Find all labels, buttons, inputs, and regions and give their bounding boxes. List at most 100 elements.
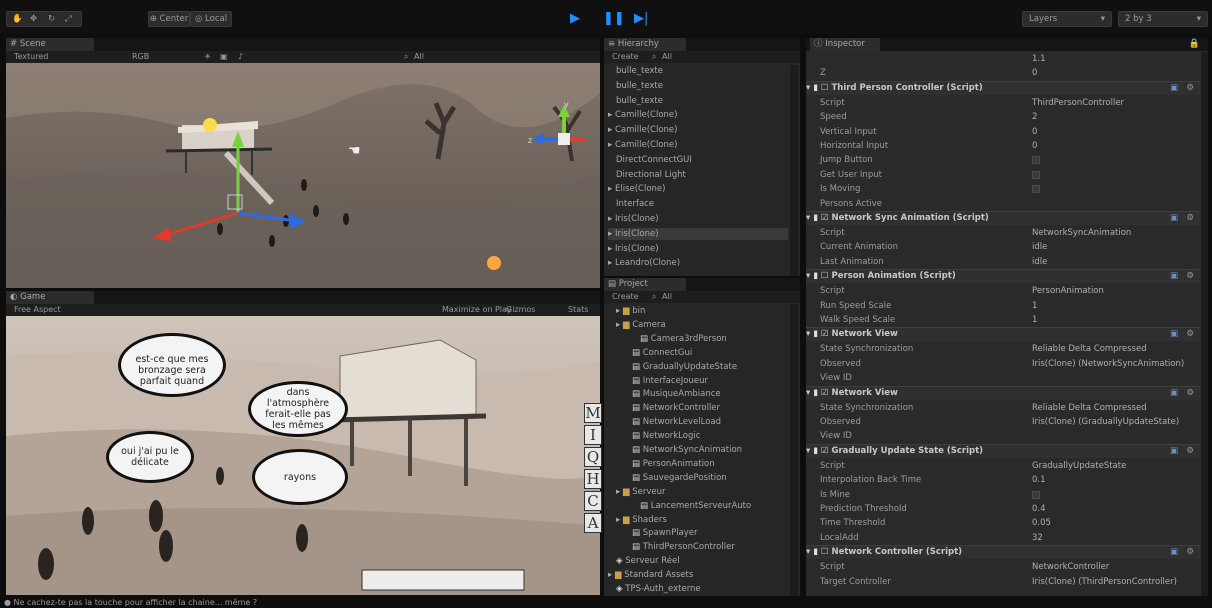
component-header[interactable]: ▾ ▮ ☑ Network View ⚙ ▣ [806, 385, 1200, 400]
hierarchy-item[interactable]: ▸ Leandro(Clone) [608, 257, 788, 270]
project-asset[interactable]: ▤ NetworkLogic [608, 429, 700, 443]
hierarchy-item[interactable]: Interface [608, 198, 788, 211]
pivot-toggle[interactable]: ⊕ Center [148, 11, 190, 27]
hierarchy-item[interactable]: bulle_texte [608, 65, 788, 78]
component-header[interactable]: ▾ ▮ ☑ Network Sync Animation (Script) ⚙ ▣ [806, 211, 1200, 225]
inspector-scrollbar[interactable] [1201, 52, 1208, 596]
project-asset[interactable]: ▤ NetworkLevelLoad [608, 415, 721, 429]
project-asset[interactable]: ◈ TPS-Auth_externe [608, 582, 701, 596]
hierarchy-item[interactable]: ▸ Camille(Clone) [608, 139, 788, 152]
tab-inspector[interactable]: ⓘ Inspector [810, 38, 880, 51]
property-value[interactable]: 0 [1032, 139, 1037, 153]
key-button-h[interactable]: H [584, 469, 602, 489]
gear-icon[interactable]: ⚙ [1186, 82, 1194, 95]
project-folder[interactable]: ▸ ▆ Standard Assets [608, 568, 693, 582]
gizmos-toggle[interactable]: Gizmos [506, 304, 535, 316]
hierarchy-create-button[interactable]: Create [612, 51, 639, 63]
hierarchy-item[interactable]: ▸ Camille(Clone) [608, 109, 788, 122]
project-folder[interactable]: ▸ ▆ Camera [608, 318, 666, 332]
property-value[interactable]: GraduallyUpdateState [1032, 459, 1126, 473]
property-checkbox[interactable] [1032, 170, 1040, 179]
property-value[interactable]: Iris(Clone) (ThirdPersonController) [1032, 575, 1177, 589]
property-value[interactable]: 2 [1032, 110, 1037, 124]
expand-arrow-icon[interactable]: ▸ [608, 214, 615, 224]
hierarchy-item[interactable]: ▸ Iris(Clone) [608, 243, 788, 256]
component-header[interactable]: ▾ ▮ ☐ Third Person Controller (Script) ⚙ ▣ [806, 80, 1200, 95]
gear-icon[interactable]: ⚙ [1186, 328, 1194, 341]
property-value[interactable]: 0.4 [1032, 502, 1046, 516]
hierarchy-search-input[interactable]: All [662, 51, 672, 63]
property-value[interactable]: PersonAnimation [1032, 284, 1104, 298]
property-value[interactable]: ThirdPersonController [1032, 96, 1124, 110]
component-header[interactable]: ▾ ▮ ☐ Network Controller (Script) ⚙ ▣ [806, 545, 1200, 560]
layout-dropdown[interactable]: 2 by 3 ▾ [1118, 11, 1208, 27]
component-enabled-checkbox[interactable]: ☑ [821, 388, 832, 398]
expand-arrow-icon[interactable]: ▸ [608, 125, 615, 135]
expand-arrow-icon[interactable]: ▸ [608, 258, 615, 268]
help-book-icon[interactable]: ▣ [1170, 270, 1178, 283]
tab-scene[interactable]: # Scene [6, 38, 94, 51]
property-value[interactable]: NetworkSyncAnimation [1032, 226, 1131, 240]
property-checkbox[interactable] [1032, 490, 1040, 499]
property-value[interactable]: Iris(Clone) (GraduallyUpdateState) [1032, 415, 1179, 429]
render-mode-dropdown[interactable]: Textured [14, 51, 48, 63]
project-scrollbar[interactable] [790, 304, 798, 596]
property-value[interactable]: 0 [1032, 66, 1037, 80]
expand-arrow-icon[interactable]: ▸ [608, 570, 615, 580]
property-value[interactable]: 0.05 [1032, 516, 1051, 530]
project-asset[interactable]: ▤ ConnectGui [608, 346, 692, 360]
project-create-button[interactable]: Create [612, 291, 639, 303]
project-folder[interactable]: ▸ ▆ Serveur [608, 485, 665, 499]
help-book-icon[interactable]: ▣ [1170, 387, 1178, 400]
help-book-icon[interactable]: ▣ [1170, 445, 1178, 458]
scene-search-input[interactable]: All [414, 51, 424, 63]
expand-arrow-icon[interactable]: ▸ [608, 229, 615, 239]
key-button-i[interactable]: I [584, 425, 602, 445]
chat-input-box[interactable] [361, 569, 525, 591]
scale-tool-icon[interactable]: ⤢ [65, 12, 72, 26]
hand-tool-icon[interactable]: ✋ [12, 12, 23, 26]
hierarchy-item[interactable]: ▸ Iris(Clone) [608, 213, 788, 226]
tab-game[interactable]: ◐ Game [6, 291, 94, 304]
help-book-icon[interactable]: ▣ [1170, 546, 1178, 559]
property-value[interactable]: Iris(Clone) (NetworkSyncAnimation) [1032, 357, 1184, 371]
property-value[interactable]: 0.1 [1032, 473, 1046, 487]
project-asset[interactable]: ▤ SpawnPlayer [608, 526, 698, 540]
status-message[interactable]: Ne cachez-te pas la touche pour afficher… [14, 598, 258, 607]
tab-project[interactable]: ▤ Project [604, 278, 686, 291]
expand-arrow-icon[interactable]: ▸ [608, 140, 615, 150]
project-asset[interactable]: ▤ GraduallyUpdateState [608, 360, 737, 374]
property-value[interactable]: 1 [1032, 299, 1037, 313]
expand-arrow-icon[interactable]: ▸ [616, 320, 623, 330]
gear-icon[interactable]: ⚙ [1186, 270, 1194, 283]
space-toggle[interactable]: ◎ Local [190, 11, 232, 27]
property-checkbox[interactable] [1032, 185, 1040, 194]
hierarchy-item[interactable]: bulle_texte [608, 80, 788, 93]
hierarchy-item[interactable]: bulle_texte [608, 95, 788, 108]
gear-icon[interactable]: ⚙ [1186, 445, 1194, 458]
project-folder[interactable]: ▸ ▆ Shaders [608, 513, 667, 527]
project-asset[interactable]: ◈ Serveur Réel [608, 554, 680, 568]
property-value[interactable]: idle [1032, 240, 1047, 254]
rotate-tool-icon[interactable]: ↻ [48, 12, 55, 26]
lock-icon[interactable]: 🔒 [1189, 39, 1200, 49]
component-header[interactable]: ▾ ▮ ☐ Person Animation (Script) ⚙ ▣ [806, 269, 1200, 284]
property-value[interactable]: 0 [1032, 125, 1037, 139]
play-button[interactable]: ▶ [570, 12, 580, 26]
project-asset[interactable]: ▤ MusiqueAmbiance [608, 387, 721, 401]
gear-icon[interactable]: ⚙ [1186, 212, 1194, 225]
project-asset[interactable]: ▤ PersonAnimation [608, 457, 715, 471]
expand-arrow-icon[interactable]: ▸ [608, 184, 615, 194]
project-asset[interactable]: ▤ InterfaceJoueur [608, 374, 708, 388]
expand-arrow-icon[interactable]: ▸ [616, 306, 623, 316]
component-enabled-checkbox[interactable]: ☑ [821, 213, 832, 223]
property-value[interactable]: 1 [1032, 313, 1037, 327]
maximize-on-play-toggle[interactable]: Maximize on Play [442, 304, 512, 316]
move-tool-icon[interactable]: ✥ [30, 12, 37, 26]
aspect-dropdown[interactable]: Free Aspect [14, 304, 61, 316]
expand-arrow-icon[interactable]: ▸ [616, 487, 623, 497]
component-enabled-checkbox[interactable]: ☑ [821, 446, 832, 456]
pause-button[interactable]: ❚❚ [603, 12, 625, 26]
hierarchy-item[interactable]: Directional Light [608, 169, 788, 182]
component-enabled-checkbox[interactable]: ☐ [821, 547, 832, 557]
